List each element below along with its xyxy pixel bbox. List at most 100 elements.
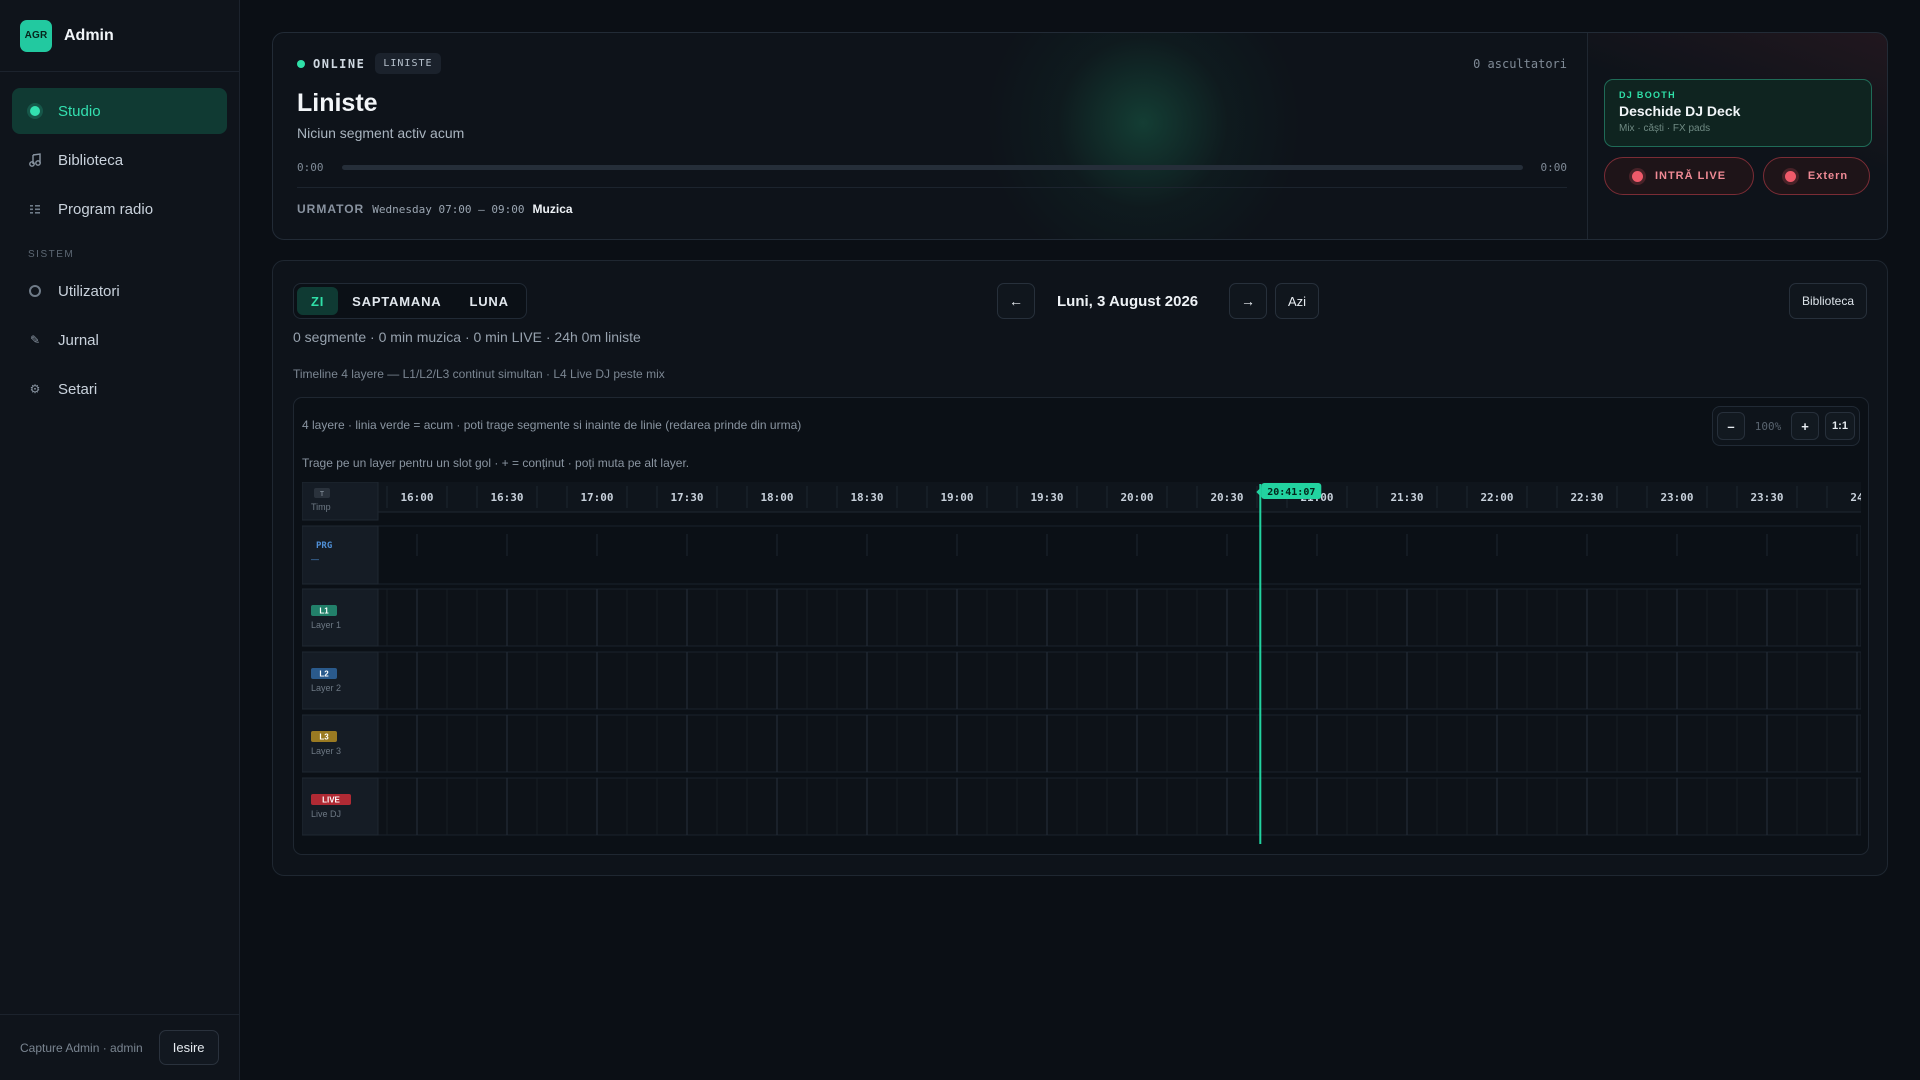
timeline-note: Timeline 4 layere — L1/L2/L3 continut si… bbox=[293, 367, 665, 381]
sidebar-item-jurnal[interactable]: ✎ Jurnal bbox=[12, 317, 227, 363]
timeline-hint-2: Trage pe un layer pentru un slot gol · +… bbox=[302, 456, 690, 470]
time-tick-label: 22:00 bbox=[1480, 491, 1513, 504]
logout-button[interactable]: Iesire bbox=[158, 1030, 219, 1065]
music-note-icon bbox=[28, 153, 42, 167]
go-live-button[interactable]: INTRĂ LIVE bbox=[1604, 157, 1754, 195]
users-ring-icon bbox=[28, 284, 42, 298]
now-playing-main: ONLINE LINISTE 0 ascultatori Liniste Nic… bbox=[297, 33, 1567, 239]
lane-row bbox=[377, 588, 1861, 647]
zoom-out-button[interactable]: – bbox=[1717, 412, 1745, 440]
sidebar-item-studio[interactable]: Studio bbox=[12, 88, 227, 134]
zoom-in-button[interactable]: + bbox=[1791, 412, 1819, 440]
lane-row bbox=[377, 651, 1861, 710]
time-header-bg bbox=[302, 482, 1861, 512]
dj-booth-kicker: DJ BOOTH bbox=[1619, 90, 1676, 100]
time-tick-label: 21:30 bbox=[1390, 491, 1423, 504]
timeline-panel: 4 layere · linia verde = acum · poti tra… bbox=[293, 397, 1869, 855]
row-label-bg bbox=[302, 482, 379, 521]
extern-label: Extern bbox=[1807, 170, 1849, 182]
sidebar-item-label: Setari bbox=[58, 380, 98, 398]
pencil-icon: ✎ bbox=[29, 333, 41, 347]
brand-name: Admin bbox=[64, 26, 114, 44]
row-sub-label: Layer 1 bbox=[311, 620, 341, 630]
now-playing-card: ONLINE LINISTE 0 ascultatori Liniste Nic… bbox=[272, 32, 1888, 240]
status-row: ONLINE LINISTE bbox=[297, 53, 441, 74]
next-name: Muzica bbox=[532, 202, 573, 216]
time-tick-label: 18:00 bbox=[760, 491, 793, 504]
lane-row bbox=[377, 525, 1861, 585]
time-tick-label: 24 bbox=[1850, 491, 1861, 504]
row-sub-label: Layer 2 bbox=[311, 683, 341, 693]
row-chip: LIVE bbox=[322, 796, 340, 805]
listeners-count: 0 ascultatori bbox=[1473, 57, 1567, 71]
dj-booth-card[interactable]: DJ BOOTH Deschide DJ Deck Mix · căști · … bbox=[1604, 79, 1872, 147]
row-label-bg bbox=[302, 714, 379, 773]
sidebar-item-label: Program radio bbox=[58, 200, 154, 218]
time-tick-label: 17:30 bbox=[670, 491, 703, 504]
now-playing-title: Liniste bbox=[297, 89, 378, 117]
time-tick-label: 22:30 bbox=[1570, 491, 1603, 504]
tab-zi[interactable]: ZI bbox=[297, 287, 339, 315]
dj-booth-subtitle: Mix · căști · FX pads bbox=[1619, 123, 1711, 134]
time-tick-label: 18:30 bbox=[850, 491, 883, 504]
library-button[interactable]: Biblioteca bbox=[1788, 283, 1867, 319]
time-tick-label: 17:00 bbox=[580, 491, 613, 504]
sidebar-item-label: Jurnal bbox=[58, 331, 99, 349]
next-up-row: URMATOR Wednesday 07:00 – 09:00 Muzica bbox=[297, 202, 573, 216]
dj-booth-title: Deschide DJ Deck bbox=[1619, 103, 1741, 119]
sidebar-item-label: Biblioteca bbox=[58, 151, 124, 169]
row-sub-label: Layer 3 bbox=[311, 746, 341, 756]
sidebar-item-program-radio[interactable]: Program radio bbox=[12, 186, 227, 232]
online-status: ONLINE bbox=[313, 56, 366, 71]
next-day-button[interactable]: → bbox=[1229, 283, 1267, 319]
lane-row bbox=[377, 777, 1861, 836]
brand: AGR Admin bbox=[0, 0, 239, 72]
sidebar-item-biblioteca[interactable]: Biblioteca bbox=[12, 137, 227, 183]
time-tick-label: 23:00 bbox=[1660, 491, 1693, 504]
row-label-bg bbox=[302, 777, 379, 836]
time-tick-label: 23:30 bbox=[1750, 491, 1783, 504]
progress-bar[interactable] bbox=[341, 164, 1523, 170]
zoom-controls: – 100% + 1:1 bbox=[1712, 406, 1860, 446]
row-chip: L2 bbox=[319, 670, 329, 679]
row-chip: L1 bbox=[319, 607, 329, 616]
sidebar-item-label: Utilizatori bbox=[58, 282, 120, 300]
row-sub-label: Timp bbox=[311, 502, 331, 512]
row-label-bg bbox=[302, 588, 379, 647]
today-button[interactable]: Azi bbox=[1275, 283, 1319, 319]
row-chip: PRG bbox=[316, 541, 332, 551]
zoom-level: 100% bbox=[1754, 419, 1782, 433]
sidebar-item-utilizatori[interactable]: Utilizatori bbox=[12, 268, 227, 314]
extern-button[interactable]: Extern bbox=[1763, 157, 1870, 195]
prev-day-button[interactable]: ← bbox=[997, 283, 1035, 319]
sidebar-item-setari[interactable]: ⚙ Setari bbox=[12, 366, 227, 412]
time-tick-label: 19:30 bbox=[1030, 491, 1063, 504]
time-elapsed: 0:00 bbox=[297, 160, 324, 174]
row-sub-label: — bbox=[311, 555, 319, 564]
online-dot-icon bbox=[297, 59, 305, 68]
progress-row: 0:00 0:00 bbox=[297, 157, 1567, 177]
zoom-reset-button[interactable]: 1:1 bbox=[1825, 412, 1855, 440]
current-date: Luni, 3 August 2026 bbox=[1057, 293, 1199, 310]
sidebar-item-label: Studio bbox=[58, 102, 101, 120]
arrow-left-icon: ← bbox=[1009, 293, 1023, 309]
live-buttons: INTRĂ LIVE Extern bbox=[1604, 157, 1870, 195]
record-icon bbox=[1784, 170, 1796, 182]
tab-saptamana[interactable]: SAPTAMANA bbox=[338, 287, 455, 315]
timeline-grid[interactable]: 16:00 16:30 17:00 17:30 18:00 18:30 19:00 19:30… bbox=[302, 482, 1861, 847]
dot-icon bbox=[28, 104, 42, 118]
row-label-bg bbox=[302, 651, 379, 710]
row-chip: L3 bbox=[319, 733, 329, 742]
timeline-hint: 4 layere · linia verde = acum · poti tra… bbox=[302, 418, 802, 432]
time-total: 0:00 bbox=[1540, 160, 1568, 174]
list-icon bbox=[28, 202, 42, 216]
divider bbox=[297, 187, 1567, 188]
tab-luna[interactable]: LUNA bbox=[455, 287, 522, 315]
schedule-card: ZI SAPTAMANA LUNA ← Luni, 3 August 2026 … bbox=[272, 260, 1888, 876]
time-tick-label: 20:30 bbox=[1210, 491, 1243, 504]
row-sub-label: Live DJ bbox=[311, 809, 341, 819]
time-tick-label: 16:30 bbox=[490, 491, 523, 504]
next-when: Wednesday 07:00 – 09:00 bbox=[372, 202, 525, 216]
go-live-label: INTRĂ LIVE bbox=[1654, 170, 1727, 182]
schedule-summary: 0 segmente · 0 min muzica · 0 min LIVE ·… bbox=[293, 329, 641, 345]
